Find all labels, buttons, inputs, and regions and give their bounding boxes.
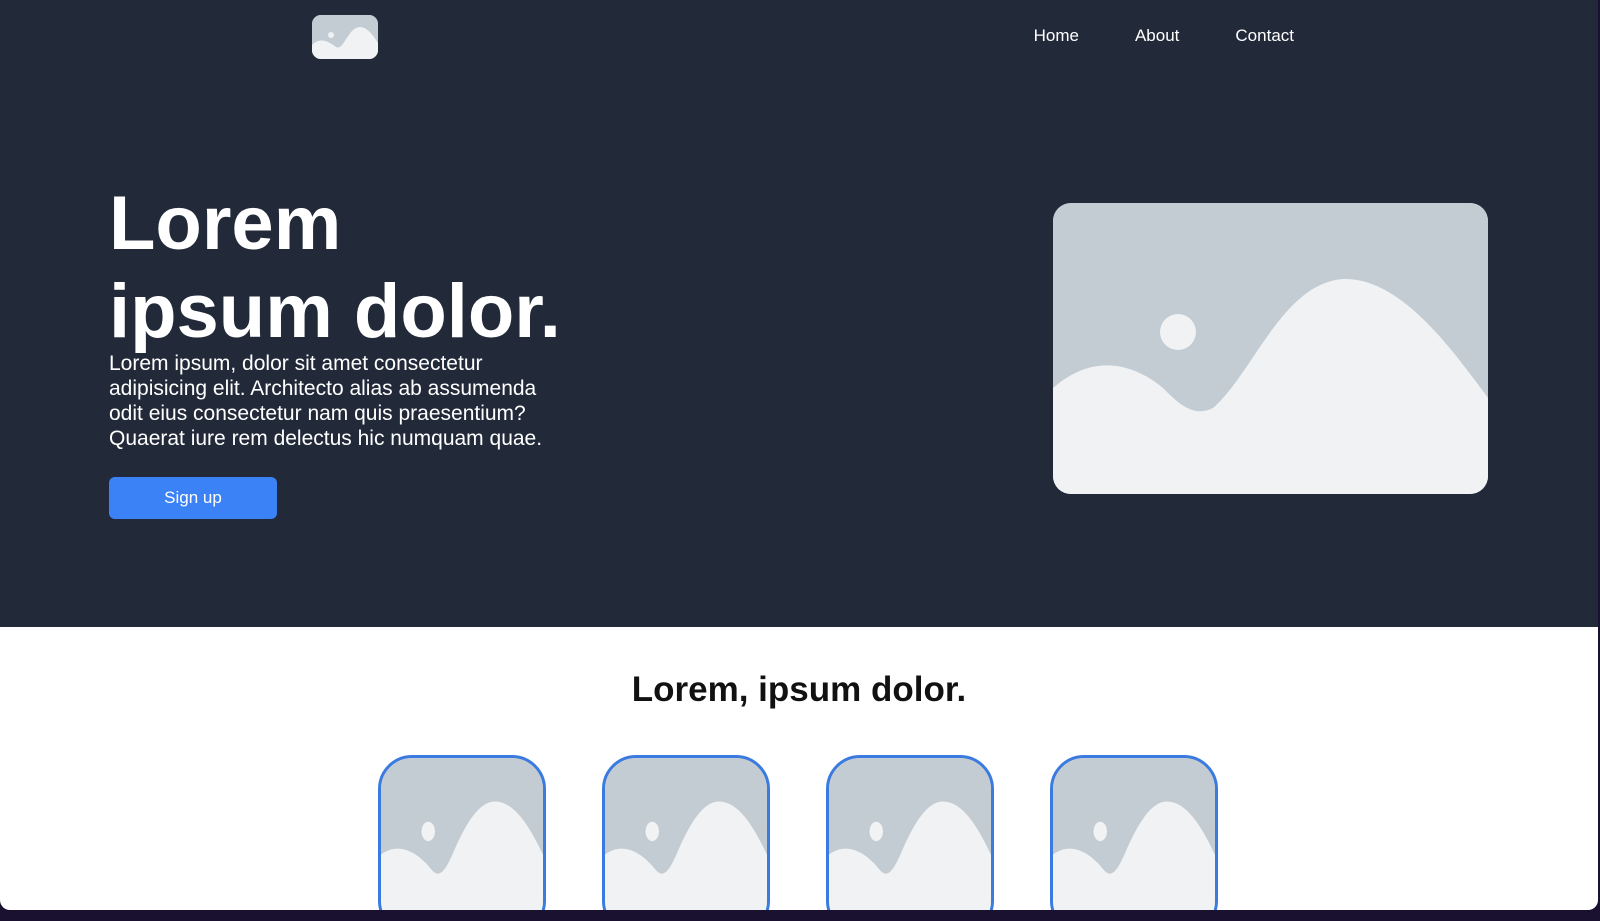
- hero-image: [1053, 203, 1488, 494]
- nav-home-link[interactable]: Home: [1034, 26, 1079, 46]
- image-placeholder-icon: [829, 758, 991, 910]
- page: Home About Contact Lorem ipsum dolor. Lo…: [0, 0, 1598, 910]
- image-placeholder-icon: [1053, 203, 1488, 494]
- image-placeholder-icon: [381, 758, 543, 910]
- sign-up-button[interactable]: Sign up: [109, 477, 277, 519]
- feature-card-4[interactable]: [1050, 755, 1218, 910]
- feature-card-2[interactable]: [602, 755, 770, 910]
- nav-about-link[interactable]: About: [1135, 26, 1179, 46]
- hero-title-line-1: Lorem: [109, 181, 342, 266]
- hero-description: Lorem ipsum, dolor sit amet consectetur …: [109, 352, 543, 450]
- features-title: Lorem, ipsum dolor.: [631, 670, 967, 709]
- image-placeholder-icon: [1053, 758, 1215, 910]
- logo[interactable]: [312, 15, 378, 59]
- feature-card-1[interactable]: [378, 755, 546, 910]
- hero-title-line-2: ipsum dolor.: [109, 269, 561, 354]
- feature-cards: [378, 755, 1218, 910]
- hero-section: Home About Contact Lorem ipsum dolor. Lo…: [0, 0, 1598, 627]
- feature-card-3[interactable]: [826, 755, 994, 910]
- main-nav: Home About Contact: [1034, 26, 1294, 46]
- nav-contact-link[interactable]: Contact: [1235, 26, 1294, 46]
- image-placeholder-icon: [605, 758, 767, 910]
- image-placeholder-icon: [312, 15, 378, 59]
- hero-title: Lorem ipsum dolor.: [109, 180, 629, 356]
